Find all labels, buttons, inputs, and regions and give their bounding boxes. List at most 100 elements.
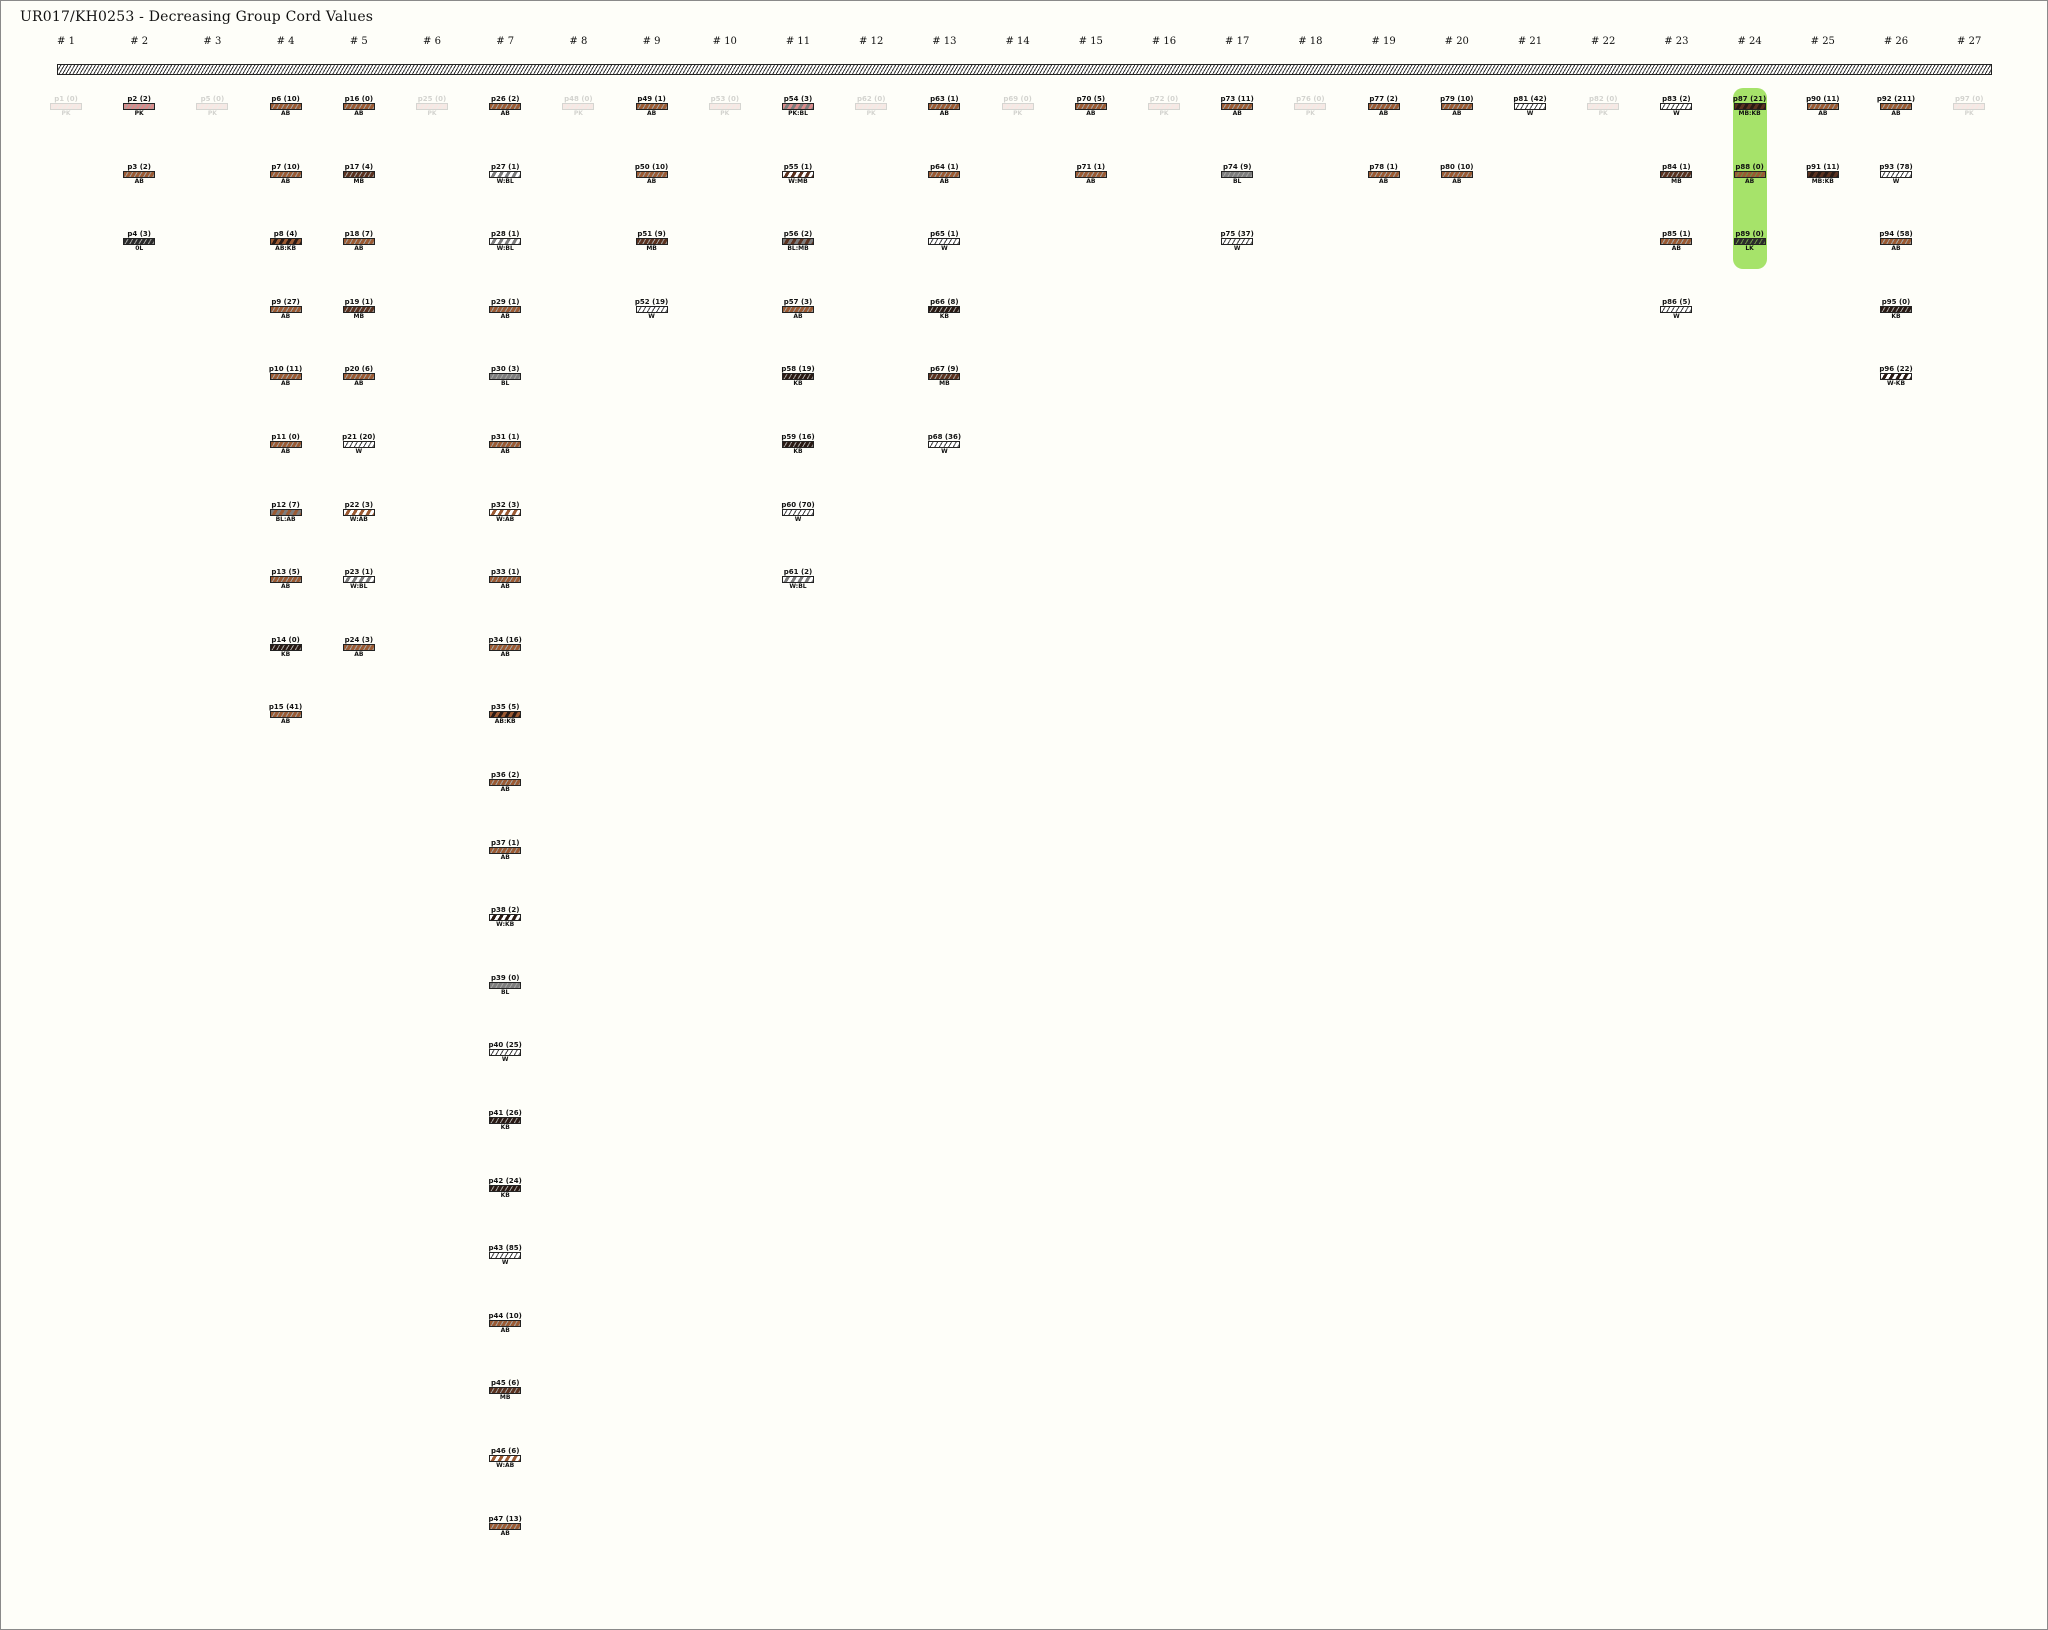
- cord-color-swatch: [1221, 103, 1254, 110]
- cord-label: p62 (0): [856, 95, 886, 103]
- cord-color-swatch: [342, 576, 375, 584]
- cord-color-code: W:MB: [788, 177, 808, 185]
- cord-color-code: AB: [646, 110, 657, 117]
- group-label: # 6: [423, 36, 441, 47]
- cord-color-swatch: [342, 508, 375, 516]
- group-label: # 17: [1225, 36, 1250, 47]
- cord-color-swatch: [782, 373, 814, 381]
- cord-color-code: W: [1673, 110, 1680, 117]
- cord-color-swatch: [928, 238, 961, 246]
- cord-color-code: W: [501, 1259, 509, 1267]
- group-label: # 18: [1298, 36, 1323, 47]
- pendant-cord: p12 (7) BL:AB: [256, 501, 316, 524]
- group-label: # 8: [569, 36, 588, 47]
- cord-color-swatch: [342, 305, 375, 313]
- cord-color-code: KB: [793, 380, 803, 388]
- cord-color-code: 0L: [135, 245, 144, 253]
- pendant-cord: p74 (9) BL: [1207, 163, 1267, 186]
- cord-color-code: MB: [646, 245, 657, 253]
- pendant-cord: p80 (10) AB: [1427, 163, 1487, 186]
- pendant-cord: p71 (1) AB: [1061, 163, 1121, 186]
- cord-color-swatch: [1733, 103, 1766, 110]
- cord-color-swatch: [342, 373, 375, 381]
- cord-color-swatch: [1074, 170, 1107, 178]
- cord-color-swatch: [269, 373, 302, 381]
- pendant-cord: p67 (9) MB: [914, 365, 974, 388]
- cord-label: p75 (37): [1220, 230, 1254, 239]
- cord-color-swatch: [782, 103, 814, 110]
- cord-color-code: AB: [1232, 110, 1242, 117]
- pendant-cord: p42 (24) KB: [475, 1177, 535, 1200]
- pendant-cord: p40 (25) W: [475, 1041, 535, 1064]
- cord-label: p20 (6): [344, 365, 374, 374]
- cord-color-swatch: [342, 238, 375, 246]
- cord-label: p72 (0): [1149, 95, 1179, 103]
- pendant-cord: p1 (0) PK: [36, 95, 96, 118]
- cord-color-code: AB: [1671, 245, 1681, 253]
- pendant-cord: p65 (1) W: [914, 230, 974, 253]
- pendant-cord: p39 (0) BL: [475, 974, 535, 997]
- pendant-cord: p8 (4) AB:KB: [256, 230, 316, 253]
- cord-color-swatch: [928, 103, 961, 110]
- cord-label: p70 (5): [1076, 95, 1106, 103]
- cord-color-code: PK: [866, 110, 876, 117]
- cord-color-code: AB: [1086, 177, 1096, 185]
- cord-label: p60 (70): [781, 500, 815, 509]
- cord-color-code: MB:KB: [1738, 110, 1761, 117]
- cord-color-swatch: [635, 170, 668, 178]
- pendant-cord: p58 (19) KB: [768, 365, 828, 388]
- group-label: # 14: [1005, 36, 1030, 47]
- pendant-cord: p48 (0) PK: [548, 95, 608, 118]
- cord-label: p91 (11): [1806, 162, 1840, 171]
- cord-label: p58 (19): [781, 365, 815, 374]
- pendant-cord: p96 (22) W-KB: [1866, 365, 1926, 388]
- cord-label: p92 (211): [1876, 95, 1916, 103]
- cord-color-swatch: [562, 103, 595, 110]
- pendant-cord: p32 (3) W:AB: [475, 501, 535, 524]
- pendant-cord: p73 (11) AB: [1207, 95, 1267, 118]
- cord-label: p3 (2): [127, 162, 151, 171]
- pendant-cord: p23 (1) W:BL: [329, 568, 389, 591]
- pendant-cord: p62 (0) PK: [841, 95, 901, 118]
- cord-label: p88 (0): [1735, 162, 1764, 171]
- cord-label: p38 (2): [490, 906, 520, 915]
- cord-color-code: BL: [1232, 177, 1242, 185]
- cord-color-swatch: [269, 170, 302, 178]
- cord-color-code: AB: [354, 650, 364, 658]
- cord-color-code: PK: [1159, 110, 1169, 117]
- cord-label: p41 (26): [488, 1109, 522, 1117]
- cord-label: p97 (0): [1954, 95, 1984, 103]
- cord-color-swatch: [489, 1117, 522, 1124]
- cord-color-code: AB: [500, 448, 510, 455]
- cord-label: p11 (0): [271, 433, 300, 441]
- cord-color-swatch: [1001, 103, 1034, 110]
- group-label: # 26: [1883, 36, 1909, 47]
- cord-label: p93 (78): [1879, 162, 1913, 171]
- pendant-cord: p82 (0) PK: [1573, 95, 1633, 118]
- cord-label: p44 (10): [488, 1311, 522, 1320]
- cord-color-code: AB: [500, 853, 510, 861]
- cord-label: p32 (3): [490, 500, 520, 509]
- cord-color-code: AB: [500, 583, 510, 591]
- pendant-cord: p29 (1) AB: [475, 298, 535, 321]
- cord-label: p2 (2): [127, 95, 151, 103]
- cord-color-swatch: [1074, 103, 1107, 110]
- cord-color-code: W: [1892, 177, 1900, 185]
- cord-color-code: W: [941, 245, 948, 253]
- cord-color-code: AB: [500, 312, 510, 320]
- cord-color-swatch: [928, 305, 961, 313]
- cord-color-code: AB: [500, 1326, 510, 1334]
- cord-color-swatch: [1880, 305, 1912, 313]
- cord-color-swatch: [342, 103, 375, 110]
- cord-color-swatch: [1953, 103, 1986, 110]
- group-label: # 20: [1444, 36, 1469, 47]
- cord-label: p83 (2): [1662, 95, 1691, 103]
- pendant-cord: p26 (2) AB: [475, 95, 535, 118]
- cord-color-swatch: [855, 103, 888, 110]
- cord-color-swatch: [342, 441, 375, 448]
- pendant-cord: p43 (85) W: [475, 1244, 535, 1267]
- cord-label: p77 (2): [1369, 95, 1398, 103]
- cord-color-code: BL: [500, 988, 510, 996]
- pendant-cord: p83 (2) W: [1646, 95, 1706, 118]
- cord-color-swatch: [489, 103, 522, 110]
